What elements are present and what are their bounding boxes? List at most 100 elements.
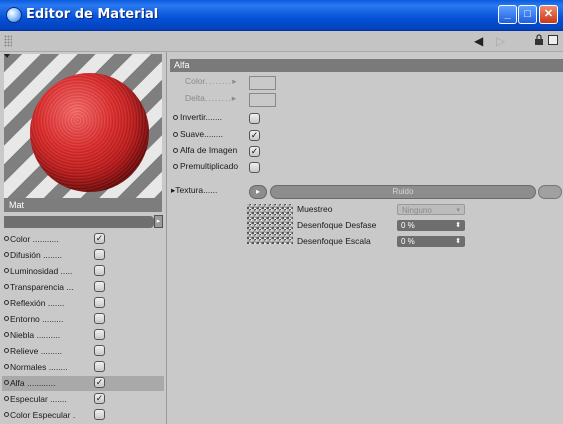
delta-row: Delta........▸ — [185, 93, 237, 103]
channel-label: Relieve ......... — [10, 346, 62, 356]
channel-item[interactable]: Entorno ......... — [2, 312, 164, 327]
channel-item[interactable]: Difusión ........ — [2, 248, 164, 263]
minimize-button[interactable]: _ — [498, 5, 517, 24]
channel-item[interactable]: Color Especular . — [2, 408, 164, 423]
animate-dot-icon[interactable] — [173, 164, 178, 170]
texture-menu-button[interactable]: ▸ — [249, 185, 267, 199]
animate-dot-icon[interactable] — [4, 396, 9, 401]
animate-dot-icon[interactable] — [4, 236, 9, 241]
param-muestreo-label: Muestreo — [297, 204, 333, 214]
animate-dot-icon[interactable] — [4, 316, 9, 321]
color-row: Color........▸ — [185, 76, 237, 86]
channel-checkbox[interactable] — [94, 297, 105, 308]
animate-dot-icon[interactable] — [173, 115, 178, 121]
channel-label: Luminosidad ..... — [10, 266, 73, 276]
channel-checkbox[interactable]: ✓ — [94, 377, 105, 388]
delta-swatch[interactable] — [249, 93, 276, 107]
title-bar[interactable]: Editor de Material _ □ ✕ — [0, 0, 563, 31]
channel-label: Reflexión ....... — [10, 298, 65, 308]
material-preview[interactable] — [4, 54, 162, 202]
arrow-right-icon[interactable]: ▷ — [496, 34, 505, 48]
stepper-icon[interactable]: ⬍ — [455, 236, 461, 247]
alfa-imagen-checkbox[interactable]: ✓ — [249, 146, 260, 157]
param-desenfoque-escala-label: Desenfoque Escala — [297, 236, 371, 246]
texture-row: ▸Textura...... — [171, 185, 218, 195]
channel-label: Color Especular . — [10, 410, 76, 420]
channel-label: Entorno ......... — [10, 314, 64, 324]
section-title: Alfa — [170, 59, 563, 72]
arrow-left-icon[interactable]: ◀ — [474, 34, 483, 48]
channel-item[interactable]: Color ........... ✓ — [2, 232, 164, 247]
new-window-icon[interactable] — [548, 35, 558, 45]
delta-label: Delta — [185, 93, 205, 103]
noise-thumbnail — [247, 204, 293, 244]
animate-dot-icon[interactable] — [4, 252, 9, 257]
drag-grip-icon[interactable] — [4, 35, 12, 47]
desenfoque-escala-field[interactable]: 0 % ⬍ — [397, 236, 465, 247]
channel-label: Transparencia ... — [10, 282, 74, 292]
window-title: Editor de Material — [26, 7, 159, 22]
material-sphere — [30, 73, 149, 192]
animate-dot-icon[interactable] — [173, 148, 178, 154]
toolbar: ◀ ▷ — [0, 31, 563, 52]
channel-checkbox[interactable] — [94, 345, 105, 356]
attributes-panel: Alfa Color........▸ Delta........▸ Inver… — [167, 52, 563, 424]
channel-item[interactable]: Normales ........ — [2, 360, 164, 375]
channel-checkbox[interactable] — [94, 329, 105, 340]
lock-icon[interactable] — [534, 34, 544, 45]
channel-label: Difusión ........ — [10, 250, 62, 260]
animate-dot-icon[interactable] — [4, 300, 9, 305]
channel-item[interactable]: Transparencia ... — [2, 280, 164, 295]
channel-item[interactable]: Reflexión ....... — [2, 296, 164, 311]
muestreo-select[interactable]: Ninguno ▾ — [397, 204, 465, 215]
option-alfa-imagen[interactable]: Alfa de Imagen — [173, 145, 237, 160]
animate-dot-icon[interactable] — [4, 332, 9, 337]
texture-shader-button[interactable]: Ruido — [270, 185, 536, 199]
channel-item[interactable]: Alfa ............ ✓ — [2, 376, 164, 391]
channel-label: Especular ....... — [10, 394, 67, 404]
channel-checkbox[interactable] — [94, 265, 105, 276]
param-desenfoque-desfase-label: Desenfoque Desfase — [297, 220, 377, 230]
premultiplicado-checkbox[interactable] — [249, 162, 260, 173]
material-name-field[interactable]: Mat — [4, 198, 162, 212]
color-label: Color — [185, 76, 206, 86]
option-premultiplicado[interactable]: Premultiplicado — [173, 161, 238, 176]
animate-dot-icon[interactable] — [4, 284, 9, 289]
invertir-checkbox[interactable] — [249, 113, 260, 124]
maximize-button[interactable]: □ — [518, 5, 537, 24]
channel-label: Niebla .......... — [10, 330, 61, 340]
suave-checkbox[interactable]: ✓ — [249, 130, 260, 141]
stepper-icon[interactable]: ⬍ — [455, 220, 461, 231]
option-suave[interactable]: Suave........ — [173, 129, 223, 144]
close-button[interactable]: ✕ — [539, 5, 558, 24]
channel-item[interactable]: Relieve ......... — [2, 344, 164, 359]
channel-label: Normales ........ — [10, 362, 68, 372]
option-invertir[interactable]: Invertir....... — [173, 112, 222, 127]
material-dropdown[interactable] — [4, 216, 154, 228]
channel-checkbox[interactable] — [94, 249, 105, 260]
channel-checkbox[interactable]: ✓ — [94, 233, 105, 244]
channel-label: Color ........... — [10, 234, 59, 244]
channel-item[interactable]: Especular ....... ✓ — [2, 392, 164, 407]
channel-checkbox[interactable] — [94, 361, 105, 372]
channel-checkbox[interactable] — [94, 409, 105, 420]
preview-menu-arrow-icon[interactable] — [4, 54, 10, 58]
animate-dot-icon[interactable] — [4, 348, 9, 353]
texture-label: Textura — [175, 185, 204, 195]
left-panel: Mat ▸ Color ........... ✓ Difusión .......… — [0, 52, 167, 424]
animate-dot-icon[interactable] — [173, 132, 178, 138]
texture-more-button[interactable] — [538, 185, 562, 199]
channel-checkbox[interactable] — [94, 281, 105, 292]
desenfoque-desfase-field[interactable]: 0 % ⬍ — [397, 220, 465, 231]
channel-checkbox[interactable]: ✓ — [94, 393, 105, 404]
animate-dot-icon[interactable] — [4, 380, 9, 385]
channel-checkbox[interactable] — [94, 313, 105, 324]
animate-dot-icon[interactable] — [4, 364, 9, 369]
color-swatch[interactable] — [249, 76, 276, 90]
channel-item[interactable]: Luminosidad ..... — [2, 264, 164, 279]
dropdown-arrow-icon[interactable]: ▸ — [154, 215, 163, 228]
animate-dot-icon[interactable] — [4, 412, 9, 417]
channel-label: Alfa ............ — [10, 378, 56, 388]
animate-dot-icon[interactable] — [4, 268, 9, 273]
channel-item[interactable]: Niebla .......... — [2, 328, 164, 343]
